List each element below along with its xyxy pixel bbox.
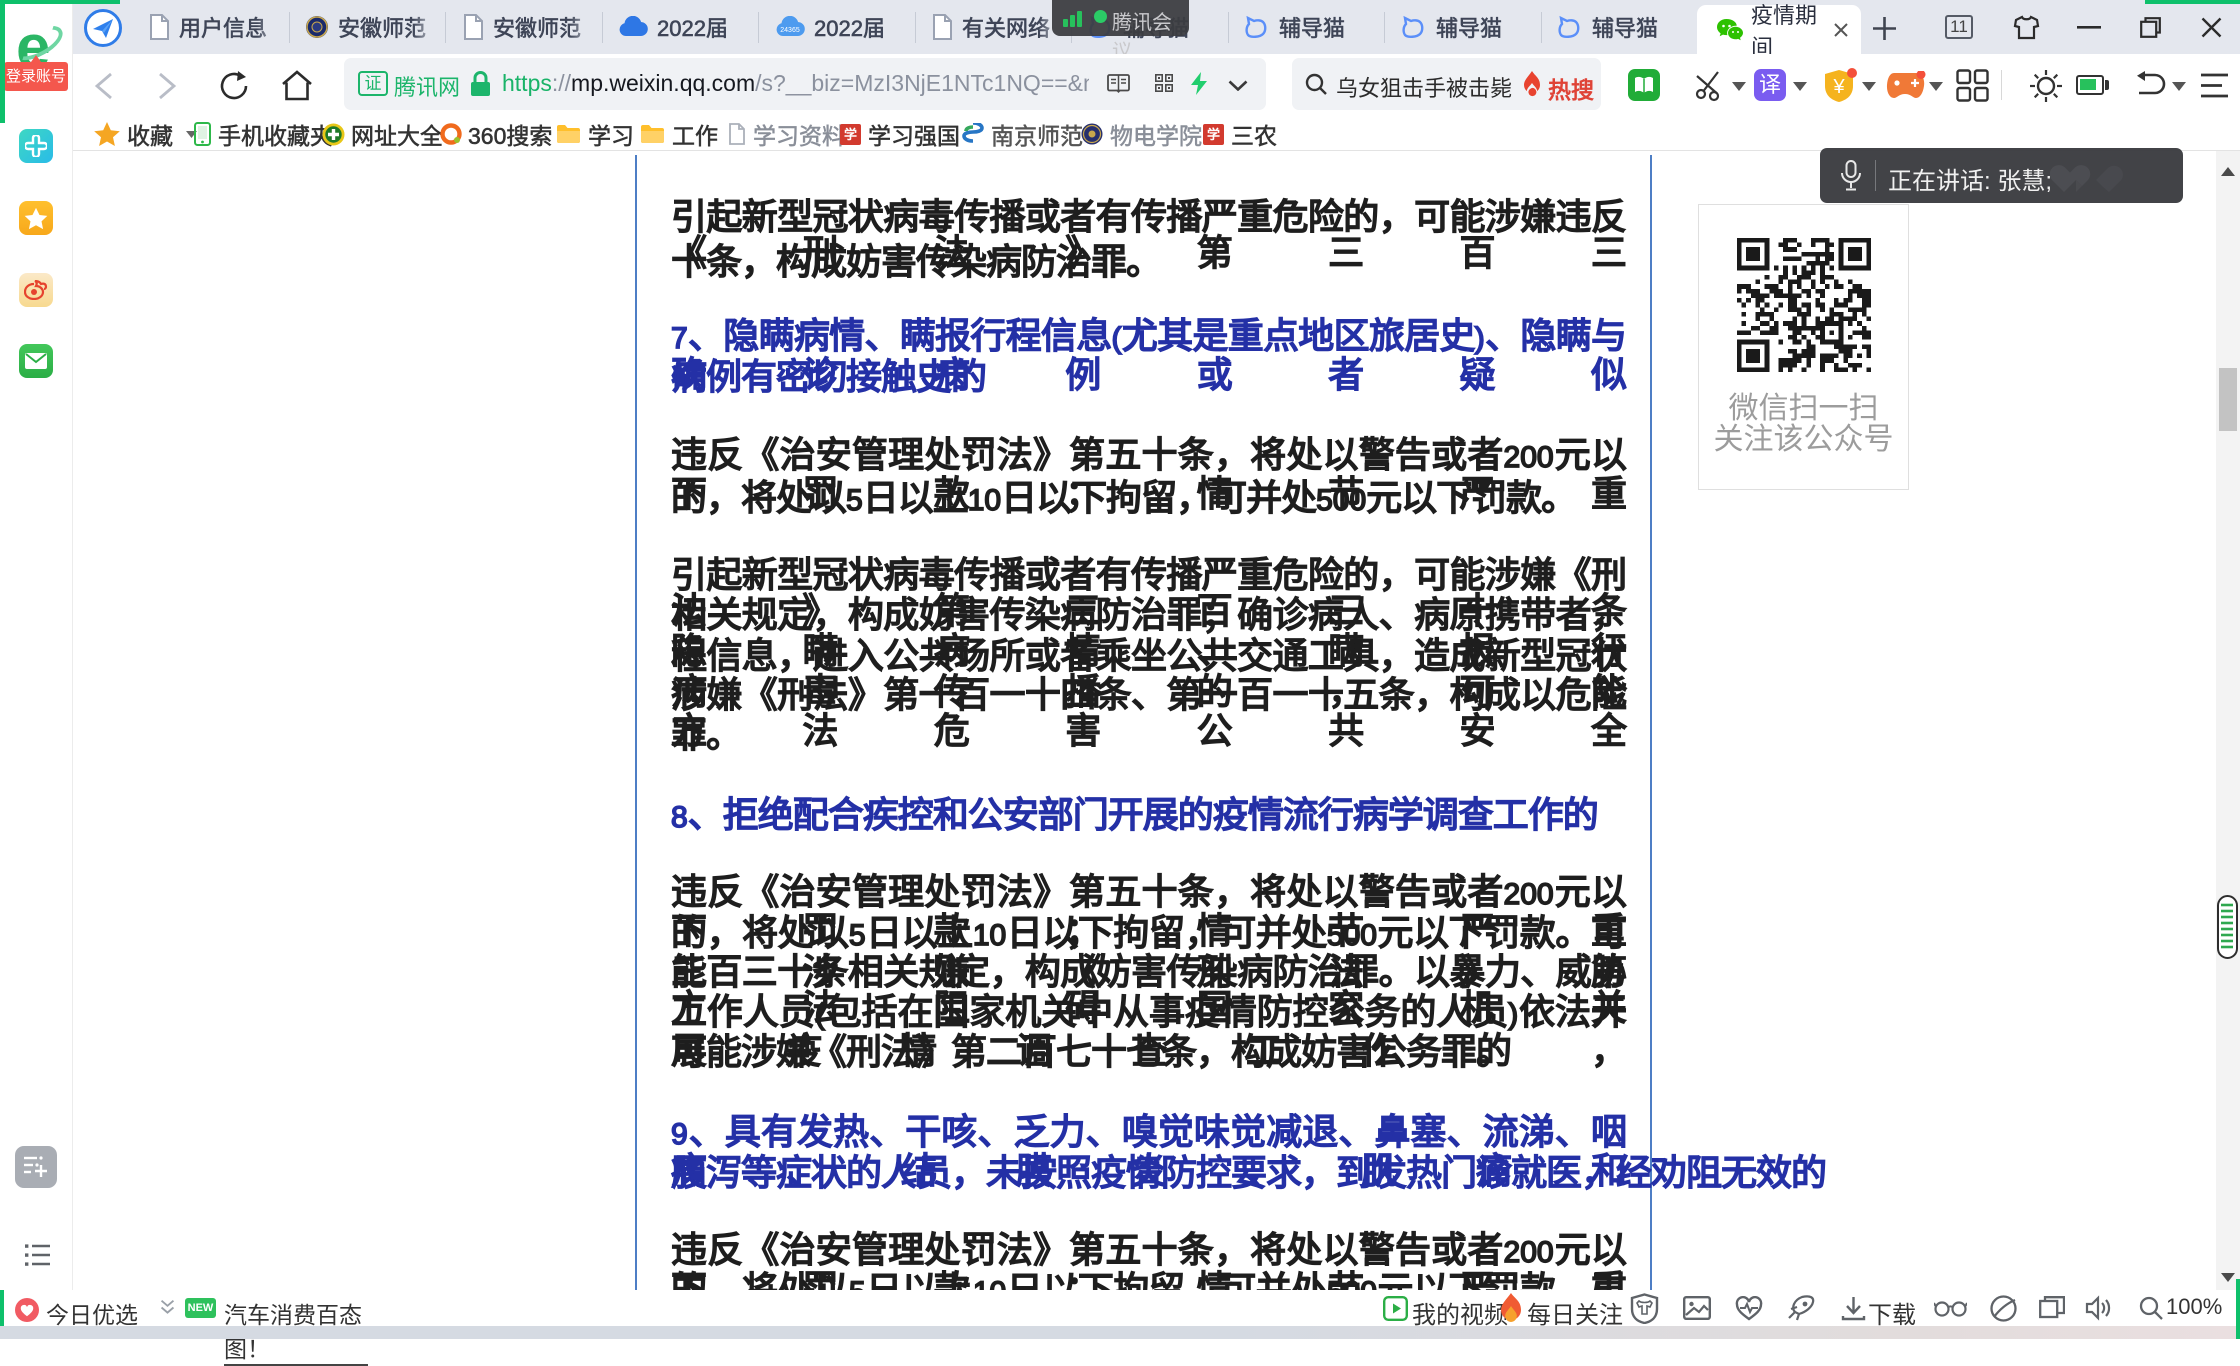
svg-text:¥: ¥ xyxy=(1832,76,1845,98)
svg-text:24365: 24365 xyxy=(780,27,800,34)
